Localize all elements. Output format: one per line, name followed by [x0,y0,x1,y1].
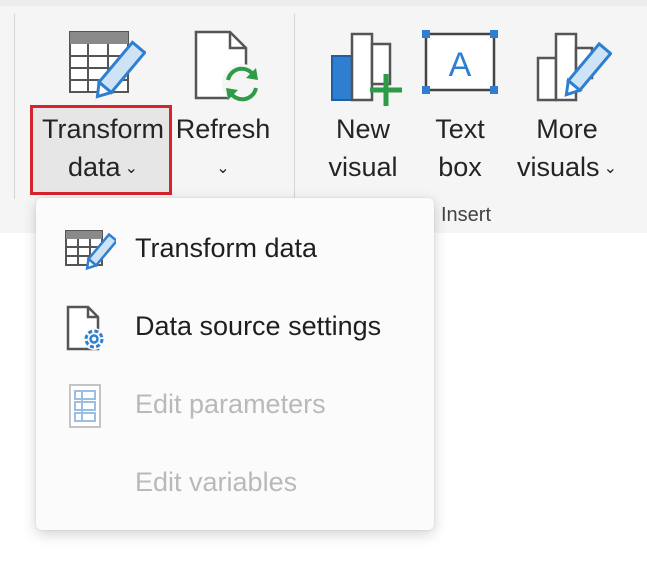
new-visual-icon [331,32,402,106]
transform-data-icon [65,230,116,271]
text-box-button[interactable]: Text box [420,110,500,186]
menu-item-label: Edit parameters [135,389,326,419]
chevron-down-icon: ⌄ [603,159,617,177]
refresh-button[interactable]: Refresh ⌄ [174,110,272,188]
new-visual-label-line1: New [335,114,390,144]
menu-item-label: Data source settings [135,311,382,341]
ribbon-separator-middle [294,14,295,199]
chevron-down-icon: ⌄ [124,159,138,177]
text-box-label-line2: box [438,152,482,182]
text-box-icon: A [422,30,498,94]
refresh-label: Refresh [175,114,271,144]
new-visual-button[interactable]: New visual [318,110,408,186]
menu-item-edit-parameters[interactable]: Edit parameters [36,365,434,443]
transform-data-label-text: data [68,152,121,182]
new-visual-label-line2: visual [328,152,398,182]
edit-parameters-icon [69,384,101,428]
refresh-chevron: ⌄ [174,148,272,188]
more-visuals-button[interactable]: More visuals ⌄ [508,110,626,188]
chevron-down-icon: ⌄ [216,159,230,177]
more-visuals-icon [536,32,612,102]
text-box-label-line1: Text [435,114,485,144]
menu-item-label: Transform data [135,233,318,263]
table-pencil-icon [69,31,146,99]
menu-item-edit-variables[interactable]: Edit variables [36,443,434,521]
transform-data-label-line1: Transform [41,114,164,144]
insert-group-label: Insert [441,204,492,226]
menu-item-transform-data[interactable]: Transform data [36,209,434,287]
refresh-icon [194,30,262,104]
more-visuals-label-text: visuals [517,152,600,182]
svg-text:A: A [449,46,472,84]
data-source-settings-icon [66,305,105,351]
more-visuals-label-line1: More [536,114,598,144]
menu-item-data-source-settings[interactable]: Data source settings [36,287,434,365]
transform-data-dropdown-menu: Transform data Data source settings Edit… [36,198,434,530]
more-visuals-label-line2: visuals ⌄ [508,148,626,188]
menu-item-label: Edit variables [135,467,298,497]
ribbon-separator-left [14,14,15,199]
transform-data-button[interactable]: Transform data ⌄ [36,110,170,188]
ribbon-top-strip [0,0,647,6]
transform-data-label-line2: data ⌄ [36,148,170,188]
